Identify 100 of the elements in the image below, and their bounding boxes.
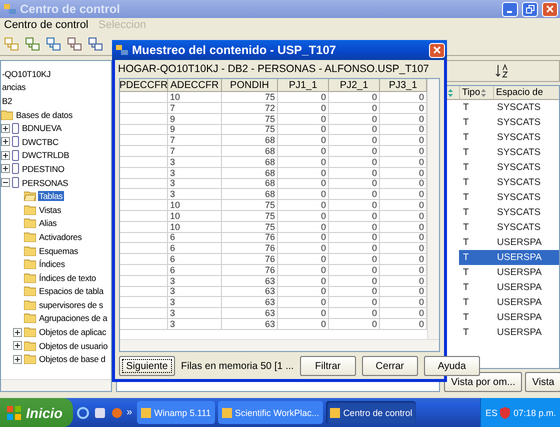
expand-icon[interactable] [13,354,22,364]
column-header[interactable]: PONDIH [222,79,278,92]
table-cell[interactable]: SYSCATS [493,100,559,115]
tree-item[interactable]: Espacios de tabla [38,286,104,296]
tree-item[interactable]: Bases de datos [15,110,74,120]
column-header[interactable]: Tipo [459,86,493,99]
scrollbar[interactable] [427,79,439,339]
start-button[interactable]: Inicio [0,398,73,427]
table-cell[interactable]: T [459,220,493,235]
column-header[interactable]: Espacio de [493,86,559,99]
expand-icon[interactable] [1,150,10,160]
close-button[interactable] [542,2,558,16]
table-cell[interactable]: T [459,235,493,250]
view-button[interactable]: Vista [525,372,560,392]
table-cell[interactable]: T [459,265,493,280]
tree-item[interactable]: Objetos de base d [38,354,106,364]
restore-icon [526,4,534,14]
expand-icon[interactable] [1,137,10,146]
table-cell[interactable]: T [459,160,493,175]
tree-item[interactable]: -QO10T10KJ [1,68,52,79]
expand-icon[interactable] [13,328,22,337]
table-cell[interactable]: T [459,205,493,220]
expand-icon[interactable] [13,341,22,350]
toolbar-icon[interactable] [67,36,83,52]
tree-item[interactable]: Objetos de aplicac [38,327,108,338]
browser-icon[interactable] [76,406,90,420]
table-cell[interactable]: T [459,145,493,160]
table-cell[interactable]: SYSCATS [493,190,559,205]
toolbar-icon[interactable] [88,36,104,52]
dialog-button[interactable]: Ayuda [424,356,480,376]
table-cell[interactable]: USERSPA [493,325,559,340]
toolbar-icon[interactable] [46,36,62,52]
table-cell[interactable]: T [459,115,493,130]
table-cell[interactable]: T [459,100,493,115]
taskbar-button[interactable]: Centro de control [326,401,416,424]
tree-item[interactable]: BDNUEVA [21,123,63,134]
desktop-icon[interactable] [92,406,107,420]
scrollbar[interactable] [1,379,111,391]
column-header[interactable]: PJ3_1 [380,79,427,92]
table-cell[interactable]: SYSCATS [493,130,559,145]
table-cell[interactable]: USERSPA [493,250,559,265]
table-cell[interactable]: T [459,130,493,145]
tree-item[interactable]: PERSONAS [21,178,70,188]
table-cell[interactable]: T [459,295,493,310]
table-cell[interactable]: USERSPA [493,235,559,250]
sort-button[interactable] [444,60,560,82]
tree-item[interactable]: DWCTRLDB [21,150,70,160]
table-cell[interactable]: USERSPA [493,265,559,280]
view-button[interactable]: Vista por om... [444,372,522,392]
dialog-button[interactable]: Filtrar [300,356,356,376]
table-cell[interactable]: T [459,250,493,265]
table-cell[interactable]: SYSCATS [493,220,559,235]
close-icon [433,46,441,54]
column-header[interactable]: PDECCFR [120,79,168,92]
tree-item[interactable]: Tablas [38,191,64,202]
tree-item[interactable]: Vistas [38,204,62,215]
tree-item[interactable]: PDESTINO [21,164,66,174]
tree-item[interactable]: Objetos de usuario [38,340,109,351]
tree-item[interactable]: Índices de texto [38,272,97,283]
tree-item[interactable]: supervisores de s [38,300,104,310]
scrollbar[interactable] [120,339,439,351]
dialog-button[interactable]: Siguiente [119,356,175,376]
table-cell[interactable]: SYSCATS [493,145,559,160]
expand-icon[interactable] [1,164,10,174]
column-header[interactable]: PJ2_1 [329,79,380,92]
table-cell[interactable]: T [459,280,493,295]
taskbar-button[interactable]: Winamp 5.111 [137,401,215,424]
menu-item[interactable]: Centro de control [4,19,88,31]
table-cell[interactable]: SYSCATS [493,160,559,175]
tree-item[interactable]: Alias [38,218,58,228]
table-cell[interactable]: USERSPA [493,310,559,325]
tree-item[interactable]: DWCTBC [21,136,60,147]
table-cell[interactable]: SYSCATS [493,205,559,220]
table-cell: 76 [222,243,278,254]
tree-item[interactable]: Activadores [38,232,83,242]
expand-icon[interactable] [1,124,10,133]
more-icons[interactable]: » [126,407,132,418]
table-cell[interactable]: USERSPA [493,295,559,310]
dialog-button[interactable]: Cerrar [362,356,418,376]
taskbar-button[interactable]: Scientific WorkPlac... [218,401,324,424]
tree-item[interactable]: Índices [38,259,66,270]
tree-item[interactable]: Esquemas [38,246,80,256]
tree-item[interactable]: ancias [1,82,27,92]
table-cell[interactable]: T [459,190,493,205]
table-cell[interactable]: T [459,325,493,340]
tree-item[interactable]: Agrupaciones de a [38,313,108,324]
column-header[interactable]: ADECCFR [168,79,222,92]
column-header[interactable]: PJ1_1 [278,79,329,92]
table-cell[interactable]: T [459,310,493,325]
tree-item[interactable]: B2 [1,96,14,106]
table-cell[interactable]: T [459,175,493,190]
table-cell[interactable]: USERSPA [493,280,559,295]
toolbar-icon[interactable] [25,36,41,52]
restore-button[interactable] [522,2,538,16]
minimize-button[interactable] [502,2,518,16]
table-cell[interactable]: SYSCATS [493,175,559,190]
table-cell[interactable]: SYSCATS [493,115,559,130]
collapse-icon[interactable] [1,178,10,188]
close-button[interactable] [429,42,445,58]
clock: 07:18 p.m. [513,408,556,418]
